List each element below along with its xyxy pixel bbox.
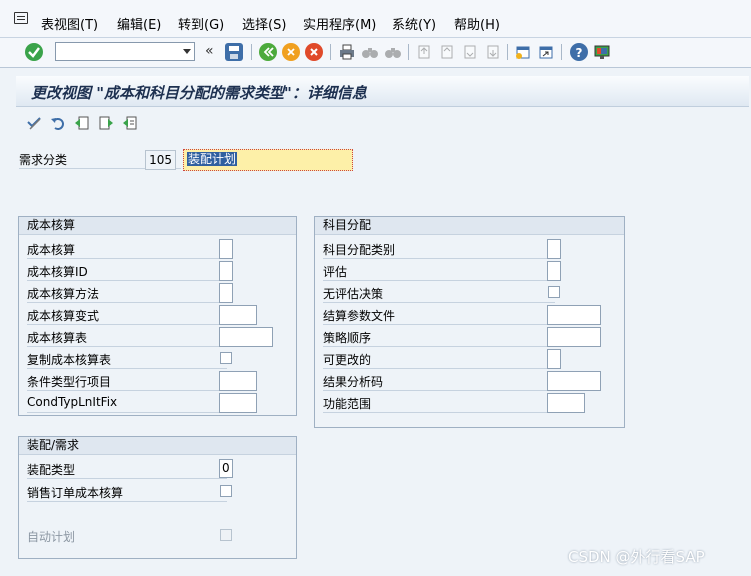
account-row-label: 功能范围 [323, 395, 555, 413]
requirements-class-field[interactable]: 105 [145, 150, 176, 170]
first-page-icon[interactable] [415, 43, 433, 61]
svg-text:?: ? [576, 46, 583, 60]
costing-row-label: 成本核算表 [27, 329, 227, 347]
costing-group-title: 成本核算 [19, 217, 296, 235]
costing-row-label: CondTypLnItFix [27, 395, 227, 413]
command-field[interactable] [55, 42, 195, 61]
costing-group: 成本核算 成本核算成本核算ID 成本核算方法 成本核算变式 成本核算表复制成本核算表条… [18, 216, 297, 416]
last-page-icon[interactable] [484, 43, 502, 61]
account-row-label: 策略顺序 [323, 329, 555, 347]
account-row-label: 结果分析码 [323, 373, 555, 391]
account-row-checkbox[interactable] [548, 286, 560, 298]
menu-utilities[interactable]: 实用程序(M) [303, 14, 376, 33]
costing-row-checkbox[interactable] [220, 352, 232, 364]
assembly-requirements-group: 装配/需求 装配类型 0 销售订单成本核算 自动计划 [18, 436, 297, 559]
menu-selection[interactable]: 选择(S) [242, 14, 286, 33]
system-menu-icon[interactable] [14, 12, 28, 24]
create-session-icon[interactable] [514, 43, 532, 61]
page-title: 更改视图 "成本和科目分配的需求类型"：详细信息 [31, 84, 367, 102]
auto-planning-label: 自动计划 [27, 530, 76, 544]
command-dropdown-icon[interactable] [183, 49, 191, 54]
costing-row-field[interactable] [219, 261, 233, 281]
customize-layout-icon[interactable] [593, 43, 611, 61]
account-row-label: 科目分配类别 [323, 241, 555, 259]
assembly-type-field[interactable]: 0 [219, 459, 233, 478]
account-assignment-group-title: 科目分配 [315, 217, 624, 235]
account-row-label: 评估 [323, 263, 555, 281]
account-row-field[interactable] [547, 305, 601, 325]
menu-goto[interactable]: 转到(G) [178, 14, 224, 33]
menu-system[interactable]: 系统(Y) [392, 14, 436, 33]
costing-row-label: 成本核算方法 [27, 285, 227, 303]
sales-order-costing-label: 销售订单成本核算 [27, 484, 227, 502]
back-icon[interactable] [259, 43, 277, 61]
print-icon[interactable] [338, 43, 356, 61]
shortcut-icon[interactable] [537, 43, 555, 61]
costing-row-field[interactable] [219, 305, 257, 325]
find-next-icon[interactable] [384, 43, 402, 61]
undo-icon[interactable] [49, 114, 67, 132]
screen-title-bar: 更改视图 "成本和科目分配的需求类型"：详细信息 [16, 76, 749, 107]
account-row-label: 结算参数文件 [323, 307, 555, 325]
menu-edit[interactable]: 编辑(E) [117, 14, 161, 33]
costing-row-field[interactable] [219, 239, 233, 259]
account-row-field[interactable] [547, 393, 585, 413]
costing-row-label: 复制成本核算表 [27, 351, 227, 369]
costing-row-label: 成本核算ID [27, 263, 227, 281]
save-icon[interactable] [225, 43, 243, 61]
costing-row-field[interactable] [219, 393, 257, 413]
account-row-field[interactable] [547, 261, 561, 281]
account-row-label: 无评估决策 [323, 285, 555, 303]
menu-help[interactable]: 帮助(H) [454, 14, 500, 33]
assembly-type-label: 装配类型 [27, 461, 227, 479]
enter-check-icon[interactable] [25, 43, 43, 61]
help-icon[interactable]: ? [570, 43, 588, 61]
account-row-field[interactable] [547, 371, 601, 391]
collapse-command-icon[interactable]: « [205, 43, 214, 59]
assembly-requirements-group-title: 装配/需求 [19, 437, 296, 455]
auto-planning-checkbox [220, 529, 232, 541]
costing-row-label: 成本核算变式 [27, 307, 227, 325]
costing-row-label: 条件类型行项目 [27, 373, 227, 391]
display-change-icon[interactable] [25, 114, 43, 132]
requirements-class-description[interactable]: 装配计划 [183, 149, 353, 171]
costing-row-label: 成本核算 [27, 241, 227, 259]
account-row-field[interactable] [547, 239, 561, 259]
menu-bar: 表视图(T) 编辑(E) 转到(G) 选择(S) 实用程序(M) 系统(Y) 帮… [0, 0, 751, 38]
account-assignment-group: 科目分配 科目分配类别 评估无评估决策结算参数文件 策略顺序可更改的结果分析码功能范… [314, 216, 625, 428]
cancel-icon[interactable] [305, 43, 323, 61]
standard-toolbar: « ? [0, 38, 751, 68]
other-entry-icon[interactable] [121, 114, 139, 132]
next-entry-icon[interactable] [97, 114, 115, 132]
costing-row-field[interactable] [219, 371, 257, 391]
exit-icon[interactable] [282, 43, 300, 61]
watermark: CSDN @外行看SAP [568, 548, 705, 566]
previous-entry-icon[interactable] [73, 114, 91, 132]
application-toolbar [16, 108, 749, 138]
account-row-label: 可更改的 [323, 351, 555, 369]
account-row-field[interactable] [547, 327, 601, 347]
find-icon[interactable] [361, 43, 379, 61]
next-page-icon[interactable] [461, 43, 479, 61]
costing-row-field[interactable] [219, 327, 273, 347]
menu-table-view[interactable]: 表视图(T) [41, 14, 98, 33]
previous-page-icon[interactable] [438, 43, 456, 61]
account-row-field[interactable] [547, 349, 561, 369]
costing-row-field[interactable] [219, 283, 233, 303]
sales-order-costing-checkbox[interactable] [220, 485, 232, 497]
